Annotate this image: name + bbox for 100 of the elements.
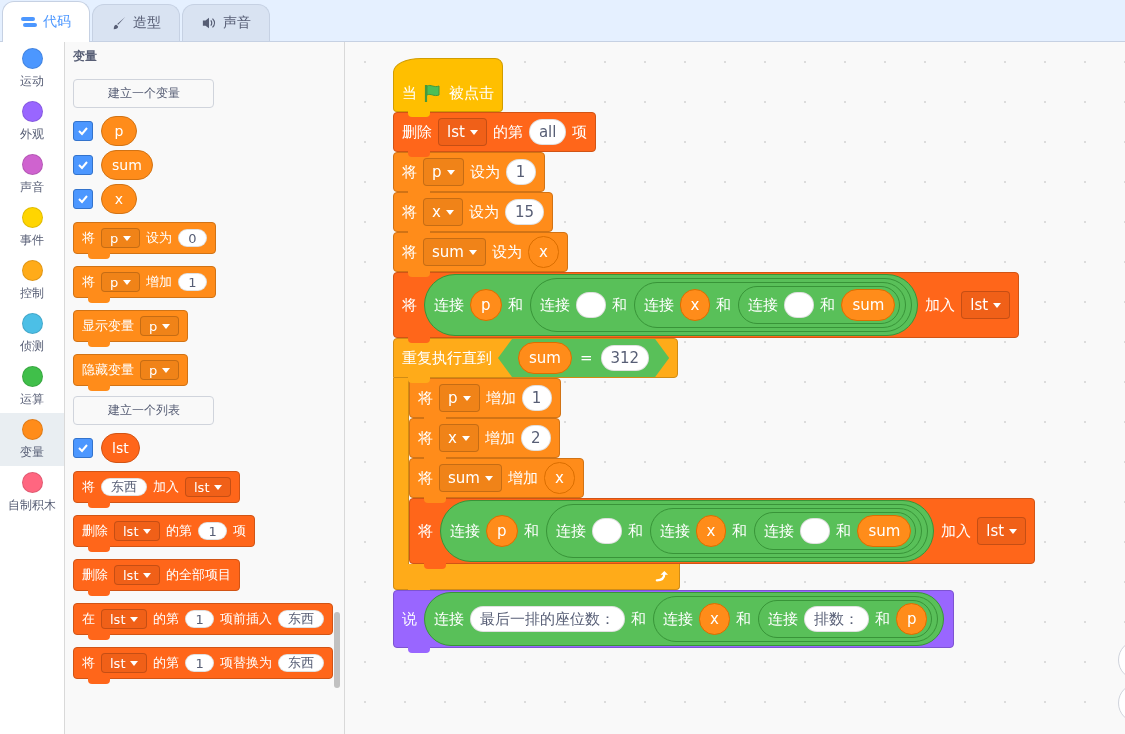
caret-icon [461, 435, 470, 441]
join-block[interactable]: 连接 p 和 连接 和 连接 x 和 连接 和 sum [424, 274, 919, 336]
category-item[interactable]: 自制积木 [0, 466, 64, 519]
dropdown[interactable]: p [140, 360, 180, 380]
block-label: 项替换为 [219, 654, 272, 672]
block-label: 在 [82, 610, 95, 628]
input-field[interactable]: 排数： [803, 606, 869, 632]
dropdown[interactable]: lst [185, 477, 232, 497]
input-field[interactable]: all [528, 119, 567, 145]
tab[interactable]: 代码 [2, 1, 90, 42]
join-block[interactable]: 连接 排数： 和 p [757, 600, 933, 638]
block-label: 和 [836, 521, 852, 541]
dropdown[interactable]: x [439, 424, 479, 452]
category-item[interactable]: 运算 [0, 360, 64, 413]
make-button[interactable]: 建立一个变量 [73, 79, 214, 108]
tab[interactable]: 声音 [182, 4, 270, 41]
block-label: 设为 [146, 229, 173, 247]
block-label: 设为 [469, 162, 500, 182]
join-block[interactable]: 连接 和 sum [754, 512, 917, 550]
join-block[interactable]: 连接 和 sum [738, 286, 901, 324]
variable-reporter[interactable]: x [101, 184, 137, 214]
block-label: 的第 [492, 122, 523, 142]
category-item[interactable]: 声音 [0, 148, 64, 201]
caret-icon [123, 235, 132, 241]
caret-icon [993, 302, 1002, 308]
variable-reporter[interactable]: sum [101, 150, 153, 180]
variable-reporter[interactable]: x [695, 515, 727, 547]
input-field[interactable]: 1 [185, 610, 214, 628]
variable-reporter[interactable]: p [101, 116, 137, 146]
input-field[interactable]: 312 [600, 345, 650, 371]
block-label: 当 [402, 83, 417, 103]
dropdown[interactable]: p [101, 228, 141, 248]
category-item[interactable]: 变量 [0, 413, 64, 466]
input-field[interactable]: 最后一排的座位数： [470, 606, 625, 632]
variable-reporter[interactable]: sum [841, 289, 896, 321]
variable-reporter[interactable]: sum [857, 515, 912, 547]
variable-reporter[interactable]: lst [101, 433, 140, 463]
make-button[interactable]: 建立一个列表 [73, 396, 214, 425]
checkbox[interactable] [73, 438, 93, 458]
dropdown[interactable]: lst [114, 521, 161, 541]
input-field[interactable]: 东西 [101, 478, 147, 496]
input-field[interactable]: 15 [504, 199, 544, 225]
block-label: 将 [402, 162, 417, 182]
join-block[interactable]: 连接 x 和 连接 和 sum [649, 508, 923, 554]
dropdown[interactable]: p [423, 158, 464, 186]
compare-block[interactable]: sum = 312 [498, 339, 670, 377]
variable-reporter[interactable]: x [699, 603, 730, 635]
dropdown[interactable]: lst [977, 517, 1027, 545]
category-item[interactable]: 控制 [0, 254, 64, 307]
input-field[interactable]: 0 [178, 229, 207, 247]
input-field[interactable]: 1 [185, 654, 214, 672]
input-field[interactable] [800, 518, 831, 544]
category-label: 侦测 [20, 337, 44, 355]
input-field[interactable]: 1 [521, 385, 552, 411]
variable-reporter[interactable]: p [470, 289, 502, 321]
caret-icon [214, 484, 223, 490]
input-field[interactable] [591, 518, 622, 544]
variable-reporter[interactable]: sum [518, 342, 572, 374]
dropdown[interactable]: p [140, 316, 180, 336]
variable-reporter[interactable]: x [543, 462, 575, 494]
input-field[interactable]: 1 [198, 522, 227, 540]
join-block[interactable]: 连接 最后一排的座位数： 和 连接 x 和 连接 排数： 和 p [424, 592, 945, 646]
dropdown[interactable]: x [423, 198, 463, 226]
block-label: 增加 [507, 468, 538, 488]
input-field[interactable] [575, 292, 606, 318]
tab[interactable]: 造型 [92, 4, 180, 41]
join-block[interactable]: 连接 和 连接 x 和 连接 和 sum [529, 278, 913, 332]
dropdown[interactable]: lst [101, 653, 148, 673]
dropdown[interactable]: p [439, 384, 480, 412]
category-item[interactable]: 运动 [0, 42, 64, 95]
category-item[interactable]: 侦测 [0, 307, 64, 360]
scrollbar[interactable] [334, 612, 340, 688]
input-field[interactable] [784, 292, 815, 318]
join-block[interactable]: 连接 和 连接 x 和 连接 和 sum [545, 504, 929, 558]
input-field[interactable]: 1 [178, 273, 207, 291]
join-block[interactable]: 连接 p 和 连接 和 连接 x 和 连接 和 sum [440, 500, 935, 562]
input-field[interactable]: 2 [520, 425, 551, 451]
input-field[interactable]: 东西 [277, 610, 324, 628]
block-label: 和 [735, 609, 751, 629]
category-item[interactable]: 事件 [0, 201, 64, 254]
join-block[interactable]: 连接 x 和 连接 和 sum [633, 282, 907, 328]
checkbox[interactable] [73, 189, 93, 209]
checkbox[interactable] [73, 155, 93, 175]
dropdown[interactable]: lst [114, 565, 161, 585]
input-field[interactable]: 东西 [277, 654, 324, 672]
dropdown[interactable]: sum [439, 464, 502, 492]
category-item[interactable]: 外观 [0, 95, 64, 148]
dropdown[interactable]: sum [423, 238, 486, 266]
join-block[interactable]: 连接 x 和 连接 排数： 和 p [653, 596, 939, 642]
dropdown[interactable]: lst [101, 609, 148, 629]
input-field[interactable]: 1 [505, 159, 536, 185]
dropdown[interactable]: lst [961, 291, 1011, 319]
variable-reporter[interactable]: p [895, 603, 928, 635]
variable-reporter[interactable]: x [527, 236, 559, 268]
dropdown[interactable]: lst [438, 118, 487, 146]
block-label: 和 [732, 521, 748, 541]
variable-reporter[interactable]: p [486, 515, 518, 547]
checkbox[interactable] [73, 121, 93, 141]
variable-reporter[interactable]: x [679, 289, 711, 321]
dropdown[interactable]: p [101, 272, 141, 292]
